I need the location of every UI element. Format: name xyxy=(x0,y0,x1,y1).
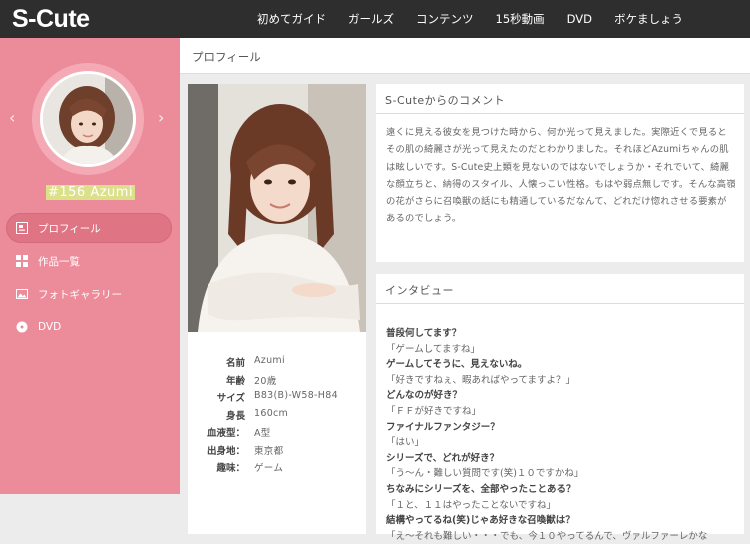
main-nav: 初めてガイド ガールズ コンテンツ 15秒動画 DVD ボケましょう xyxy=(246,0,694,38)
page-title: プロフィール xyxy=(180,38,750,74)
prev-member-arrow-icon[interactable]: ‹ xyxy=(9,108,15,127)
interview-answer: 「え～それも難しい・・・でも、今１０やってるんで、ヴァルファーレかな xyxy=(386,530,708,542)
grid-icon xyxy=(16,255,28,267)
interview-answer: 「１と、１１はやったことないですね」 xyxy=(386,499,557,511)
sidebar: ‹ › #156 Azumi プロフィール 作品一覧 フォトギャラリー DVD xyxy=(0,38,180,494)
top-navigation-bar: S-Cute 初めてガイド ガールズ コンテンツ 15秒動画 DVD ボケましょ… xyxy=(0,0,750,38)
profile-value: 20歳 xyxy=(254,375,277,387)
avatar xyxy=(40,71,136,167)
site-logo[interactable]: S-Cute xyxy=(12,5,90,34)
profile-value: 160cm xyxy=(254,407,289,419)
member-name: #156 Azumi xyxy=(46,185,136,200)
interview-answer: 「はい」 xyxy=(386,437,425,449)
profile-key: 血液型： xyxy=(206,428,245,439)
profile-value: 東京都 xyxy=(254,445,284,457)
next-member-arrow-icon[interactable]: › xyxy=(158,108,164,127)
profile-row-blood-type: 血液型： A型 xyxy=(188,425,366,443)
interview-body: 普段何してます？ 「ゲームしてますね」 ゲームしてそうに、見えないね。 「好きで… xyxy=(376,304,744,544)
sidebar-item-label: 作品一覧 xyxy=(38,255,80,268)
profile-key: 身長 xyxy=(225,410,245,422)
avatar-photo xyxy=(43,74,133,164)
interview-question: ファイナルファンタジー？ xyxy=(386,421,500,433)
nav-dvd[interactable]: DVD xyxy=(556,12,603,26)
avatar-ring xyxy=(32,63,144,175)
profile-value: B83(B)-W58-H84 xyxy=(254,390,338,401)
profile-key: 出身地： xyxy=(206,445,245,457)
comment-card: S-Cuteからのコメント 遠くに見える彼女を見つけた時から、何か光って見えまし… xyxy=(376,84,744,262)
nav-girls[interactable]: ガールズ xyxy=(337,11,405,27)
interview-answer: 「う～ん・難しい質問です(笑)１０ですかね」 xyxy=(386,468,584,480)
photo-icon xyxy=(16,289,28,299)
interview-card: インタビュー 普段何してます？ 「ゲームしてますね」 ゲームしてそうに、見えない… xyxy=(376,274,744,542)
profile-photo[interactable] xyxy=(188,84,366,332)
comment-title: S-Cuteからのコメント xyxy=(376,84,744,114)
profile-value: ゲーム xyxy=(254,463,284,474)
nav-boke[interactable]: ボケましょう xyxy=(603,11,694,27)
profile-key: 趣味： xyxy=(216,463,245,474)
profile-row-age: 年齢 20歳 xyxy=(188,373,366,391)
sidebar-menu: プロフィール 作品一覧 フォトギャラリー DVD xyxy=(6,213,172,345)
comment-text: 遠くに見える彼女を見つけた時から、何か光って見えました。実際近くで見るとその肌の… xyxy=(386,127,736,225)
profile-row-height: 身長 160cm xyxy=(188,408,366,426)
interview-question: シリーズで、どれが好き？ xyxy=(386,452,500,464)
profile-details: 名前 Azumi 年齢 20歳 サイズ B83(B)-W58-H84 身長 16… xyxy=(188,355,366,478)
sidebar-item-label: プロフィール xyxy=(38,222,101,235)
nav-guide[interactable]: 初めてガイド xyxy=(246,11,337,27)
sidebar-item-label: フォトギャラリー xyxy=(38,288,122,301)
interview-title: インタビュー xyxy=(376,274,744,304)
profile-key: 名前 xyxy=(225,358,245,369)
sidebar-item-label: DVD xyxy=(38,321,62,333)
profile-card: 名前 Azumi 年齢 20歳 サイズ B83(B)-W58-H84 身長 16… xyxy=(188,84,366,534)
sidebar-item-works[interactable]: 作品一覧 xyxy=(6,246,172,276)
interview-answer: 「ＦＦが好きですね」 xyxy=(386,405,482,417)
profile-key: 年齢 xyxy=(225,375,245,387)
sidebar-item-dvd[interactable]: DVD xyxy=(6,312,172,342)
profile-photo-image xyxy=(188,84,366,332)
profile-icon xyxy=(16,222,28,234)
profile-row-name: 名前 Azumi xyxy=(188,355,366,373)
nav-contents[interactable]: コンテンツ xyxy=(405,11,485,27)
interview-question: ちなみにシリーズを、全部やったことある？ xyxy=(386,483,576,495)
profile-value: A型 xyxy=(254,428,271,439)
interview-answer: 「ゲームしてますね」 xyxy=(386,343,480,355)
main-content: プロフィール 名前 Azumi 年齢 20歳 サイズ B83(B)-W58-H8… xyxy=(180,38,750,542)
nav-15sec-video[interactable]: 15秒動画 xyxy=(485,11,556,27)
sidebar-item-profile[interactable]: プロフィール xyxy=(6,213,172,243)
profile-row-size: サイズ B83(B)-W58-H84 xyxy=(188,390,366,408)
interview-question: ゲームしてそうに、見えないね。 xyxy=(386,359,528,371)
interview-question: どんなのが好き？ xyxy=(386,390,463,402)
interview-question: 普段何してます？ xyxy=(386,328,462,339)
disc-icon xyxy=(16,321,28,333)
profile-row-hobby: 趣味： ゲーム xyxy=(188,460,366,478)
interview-answer: 「好きですねぇ、暇あればやってますよ？」 xyxy=(386,374,576,386)
interview-question: 結構やってるね(笑)じゃあ好きな召喚獣は？ xyxy=(386,515,575,527)
profile-key: サイズ xyxy=(216,393,245,404)
sidebar-item-gallery[interactable]: フォトギャラリー xyxy=(6,279,172,309)
profile-value: Azumi xyxy=(254,355,285,366)
profile-row-hometown: 出身地： 東京都 xyxy=(188,443,366,461)
